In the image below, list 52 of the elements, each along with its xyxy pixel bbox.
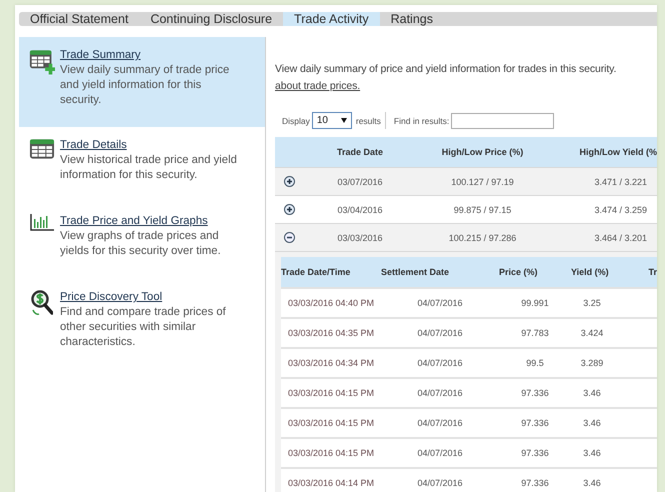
- column-header: High/Low Yield (%: [550, 137, 657, 168]
- find-label: Find in results:: [394, 116, 450, 126]
- table-icon: [29, 138, 55, 160]
- find-field[interactable]: [451, 112, 554, 128]
- nav-link[interactable]: Trade Price and Yield Graphs: [60, 214, 240, 229]
- intro-text: View daily summary of price and yield information for trades in this security.: [275, 62, 618, 77]
- table-cell: 03/07/2016: [305, 168, 415, 196]
- table-cell: 3.474 / 3.259: [550, 196, 657, 224]
- column-header: Yield (%): [571, 257, 613, 288]
- display-label: Display: [282, 116, 310, 126]
- table-cell: 3.464 / 3.201: [550, 224, 657, 252]
- table-cell: 03/03/2016: [305, 224, 415, 252]
- tab[interactable]: Ratings: [380, 12, 444, 26]
- trade-prices-link[interactable]: about trade prices.: [275, 80, 360, 92]
- table-cell: 03/04/2016: [305, 196, 415, 224]
- table-cell: 04/07/2016: [381, 468, 499, 492]
- tab[interactable]: Continuing Disclosure: [139, 12, 284, 26]
- nav-link[interactable]: Trade Summary: [60, 48, 240, 63]
- bar-chart-icon: [30, 214, 54, 231]
- nav-link[interactable]: Price Discovery Tool: [60, 290, 240, 305]
- dropdown-arrow-icon: [340, 118, 347, 123]
- nav-link[interactable]: Trade Details: [60, 138, 240, 153]
- table-cell: 97.336: [499, 468, 571, 492]
- table-cell: 100.127 / 97.19: [415, 168, 550, 196]
- nav-description: View daily summary of trade price and yield information for this security.: [60, 63, 230, 108]
- nav-item[interactable]: Trade Summary View daily summary of trade price and yield information for this security.: [19, 37, 265, 127]
- column-header: High/Low Price (%): [415, 137, 550, 168]
- nav-description: Find and compare trade prices of other securities with similar characteristics.: [60, 305, 227, 350]
- column-header: Trade Date/Time: [281, 257, 381, 288]
- magnifier-dollar-icon: [31, 290, 53, 318]
- column-header: Trade Date: [305, 137, 415, 168]
- column-header: Settlement Date: [381, 257, 499, 288]
- tab[interactable]: Official Statement: [19, 12, 140, 26]
- table-cell: 99.875 / 97.15: [415, 196, 550, 224]
- nav-description: View historical trade price and yield information for this security.: [60, 153, 238, 183]
- expand-icon[interactable]: [284, 176, 295, 187]
- nav-item[interactable]: Trade Details View historical trade price and yield information for this security.: [19, 127, 265, 203]
- nav-item[interactable]: Price Discovery Tool Find and compare trade prices of other securities with similar characteristics.: [19, 279, 265, 370]
- page-size-dropdown[interactable]: 10: [312, 112, 352, 129]
- table-cell: 3.471 / 3.221: [550, 168, 657, 196]
- collapse-icon[interactable]: [284, 232, 295, 243]
- column-header: Tr: [613, 257, 657, 288]
- nav-description: View graphs of trade prices and yields for this security over time.: [60, 229, 222, 259]
- results-label: results: [356, 116, 381, 126]
- table-cell: 03/03/2016 04:14 PM: [281, 468, 381, 492]
- tab[interactable]: Trade Activity: [283, 12, 380, 26]
- table-cell: 3.46: [571, 468, 613, 492]
- table-cell: 100.215 / 97.286: [415, 224, 550, 252]
- table-add-icon: [29, 48, 55, 76]
- expand-icon[interactable]: [284, 204, 295, 215]
- nav-item[interactable]: Trade Price and Yield Graphs View graphs of trade prices and yields for this security over time.: [19, 203, 265, 279]
- column-header: Price (%): [499, 257, 571, 288]
